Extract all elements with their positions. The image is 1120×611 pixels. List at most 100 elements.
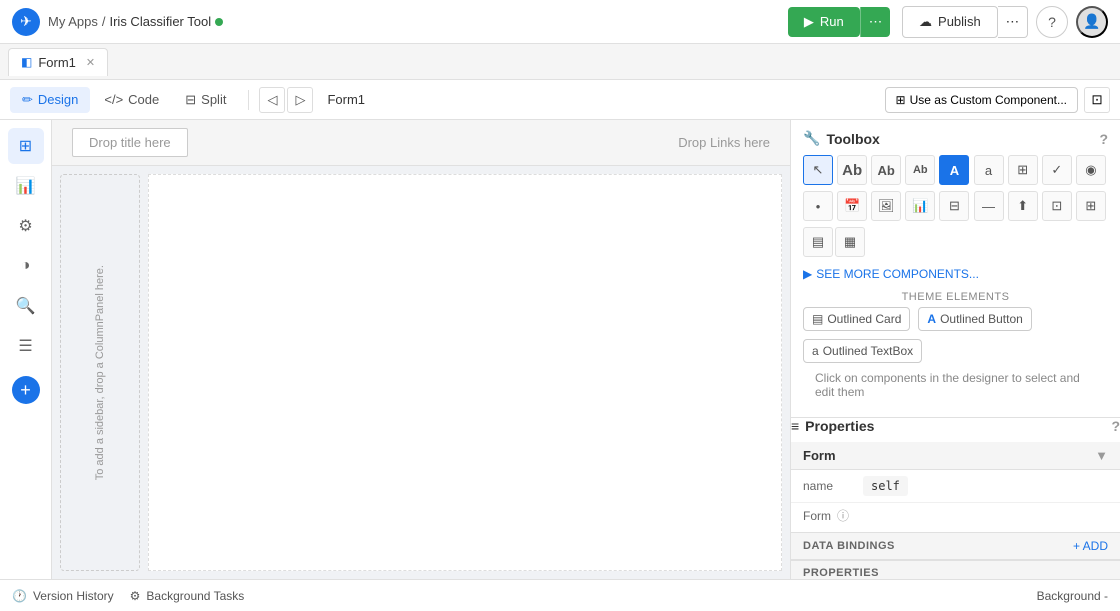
chevron-right-icon: ▶ (803, 267, 812, 281)
collapse-icon[interactable]: ▼ (1095, 448, 1108, 463)
outlined-button-label: Outlined Button (940, 312, 1023, 326)
outlined-textbox-icon: a (812, 344, 819, 358)
breadcrumb-apps[interactable]: My Apps (48, 14, 98, 29)
undo-button[interactable]: ◁ (259, 87, 285, 113)
tool-bullet[interactable]: • (803, 191, 833, 221)
tool-checkbox[interactable]: ✓ (1042, 155, 1072, 185)
version-history-icon: 🕐 (12, 589, 27, 603)
layout-button[interactable]: ⊡ (1084, 87, 1110, 113)
canvas-header: Drop title here Drop Links here (52, 120, 790, 166)
canvas-sidebar-drop[interactable]: To add a sidebar, drop a ColumnPanel her… (60, 174, 140, 571)
run-label: Run (820, 14, 844, 29)
sidebar-icon-theme[interactable]: ◑ (8, 248, 44, 284)
sidebar-icon-data[interactable]: 📊 (8, 168, 44, 204)
tool-hr[interactable]: — (974, 191, 1004, 221)
toolbox-grid-3: ▤ ▦ (803, 227, 1108, 257)
see-more-button[interactable]: ▶ SEE MORE COMPONENTS... (803, 263, 1108, 285)
version-history-label: Version History (33, 589, 114, 603)
add-button[interactable]: + (12, 376, 40, 404)
background-tasks-label: Background Tasks (146, 589, 244, 603)
tool-text-h3[interactable]: Ab (905, 155, 935, 185)
toolbox-grid-2: • 📅 🖼 📊 ⊟ — ⬆ ⊡ ⊞ (803, 191, 1108, 221)
theme-outlined-textbox[interactable]: a Outlined TextBox (803, 339, 922, 363)
theme-outlined-card[interactable]: ▤ Outlined Card (803, 307, 910, 331)
properties-sub-header: PROPERTIES (791, 560, 1120, 579)
topbar: ✈ My Apps / Iris Classifier Tool ▶ Run ⋯… (0, 0, 1120, 44)
tab-split[interactable]: ⊟ Split (173, 87, 238, 113)
properties-sub-label: PROPERTIES (803, 567, 879, 579)
canvas-container: Drop title here Drop Links here To add a… (52, 120, 790, 579)
redo-button[interactable]: ▷ (287, 87, 313, 113)
tool-button-filled[interactable]: A (939, 155, 969, 185)
toolbar-right: ⊞ Use as Custom Component... ⊡ (885, 87, 1110, 113)
tool-radio[interactable]: ◉ (1076, 155, 1106, 185)
tool-columns[interactable]: ⊞ (1076, 191, 1106, 221)
checkbox-icon: ✓ (1051, 162, 1062, 178)
publish-more-button[interactable]: ⋯ (998, 6, 1028, 38)
drop-title[interactable]: Drop title here (72, 128, 188, 157)
tab-form1-icon: ◧ (21, 55, 32, 69)
h3-icon: Ab (913, 164, 928, 176)
sidebar-icon-settings[interactable]: ⚙ (8, 208, 44, 244)
breadcrumb: My Apps / Iris Classifier Tool (48, 14, 223, 29)
tool-calendar[interactable]: 📅 (837, 191, 867, 221)
tool-cursor[interactable]: ↖ (803, 155, 833, 185)
tool-chart[interactable]: 📊 (905, 191, 935, 221)
topbar-right: ▶ Run ⋯ ☁ Publish ⋯ ? 👤 (788, 6, 1108, 38)
canvas-body[interactable] (148, 174, 782, 571)
theme-elements: ▤ Outlined Card A Outlined Button a Outl… (803, 307, 1108, 363)
status-indicator (215, 18, 223, 26)
theme-outlined-button[interactable]: A Outlined Button (918, 307, 1031, 331)
split-icon: ⊟ (185, 92, 196, 108)
canvas-main: To add a sidebar, drop a ColumnPanel her… (52, 166, 790, 579)
tool-panel2[interactable]: ▤ (803, 227, 833, 257)
properties-label: Properties (805, 418, 874, 434)
custom-component-label: Use as Custom Component... (910, 93, 1067, 107)
properties-title: ≡ Properties ? (791, 418, 1120, 434)
tool-textarea[interactable]: ⊡ (1042, 191, 1072, 221)
bottom-bar: 🕐 Version History ⚙ Background Tasks Bac… (0, 579, 1120, 611)
click-hint: Click on components in the designer to s… (803, 363, 1108, 407)
tab-form1[interactable]: ◧ Form1 ✕ (8, 48, 108, 76)
custom-component-button[interactable]: ⊞ Use as Custom Component... (885, 87, 1078, 113)
sidebar-icon-search[interactable]: 🔍 (8, 288, 44, 324)
tab-design[interactable]: ✏ Design (10, 87, 90, 113)
tool-text-h1[interactable]: Ab (837, 155, 867, 185)
h1-icon: Ab (842, 162, 862, 179)
properties-help-icon[interactable]: ? (1111, 418, 1120, 434)
form-name: Form1 (327, 92, 365, 107)
form-info-icon[interactable]: ⓘ (837, 507, 849, 524)
sidebar-icon-components[interactable]: ⊞ (8, 128, 44, 164)
run-button[interactable]: ▶ Run (788, 7, 860, 37)
help-button[interactable]: ? (1036, 6, 1068, 38)
tool-button-outline[interactable]: a (974, 155, 1004, 185)
version-history-item[interactable]: 🕐 Version History (12, 589, 114, 603)
radio-icon: ◉ (1085, 162, 1096, 178)
tool-image[interactable]: 🖼 (871, 191, 901, 221)
form-section-header: Form ▼ (791, 442, 1120, 470)
sidebar-icon-list[interactable]: ☰ (8, 328, 44, 364)
run-more-button[interactable]: ⋯ (860, 7, 890, 37)
background-text: Background - (1037, 589, 1108, 603)
tab-code[interactable]: </> Code (92, 87, 171, 113)
tool-panel3[interactable]: ▦ (835, 227, 865, 257)
left-sidebar: ⊞ 📊 ⚙ ◑ 🔍 ☰ + (0, 120, 52, 579)
publish-more-icon: ⋯ (1006, 14, 1019, 29)
design-icon: ✏ (22, 92, 33, 108)
tool-table[interactable]: ⊟ (939, 191, 969, 221)
form-section-title: Form (803, 448, 836, 463)
publish-button[interactable]: ☁ Publish (902, 6, 998, 38)
run-icon: ▶ (804, 14, 814, 30)
upload-icon: ⬆ (1017, 198, 1028, 214)
avatar-button[interactable]: 👤 (1076, 6, 1108, 38)
drop-links[interactable]: Drop Links here (678, 135, 770, 150)
tool-upload[interactable]: ⬆ (1008, 191, 1038, 221)
background-tasks-item[interactable]: ⚙ Background Tasks (130, 589, 245, 603)
sidebar-drop-hint: To add a sidebar, drop a ColumnPanel her… (94, 265, 106, 480)
toolbox-help-icon[interactable]: ? (1099, 131, 1108, 147)
add-binding-button[interactable]: + ADD (1073, 539, 1108, 553)
tab-form1-close[interactable]: ✕ (86, 56, 95, 69)
outlined-card-icon: ▤ (812, 312, 823, 326)
tool-link[interactable]: ⊞ (1008, 155, 1038, 185)
tool-text-h2[interactable]: Ab (871, 155, 901, 185)
